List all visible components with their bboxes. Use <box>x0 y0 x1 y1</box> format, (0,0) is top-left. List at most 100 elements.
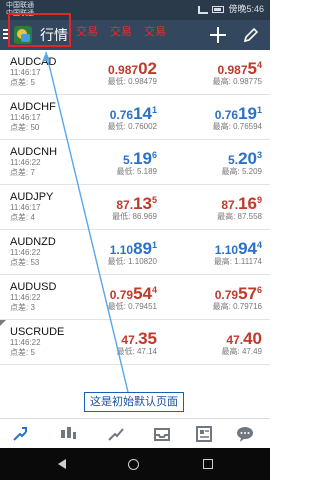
bid-point: 6 <box>151 150 157 160</box>
quote-row[interactable]: AUDJPY 11:46:17 点差: 4 87.135 87.169 最低: … <box>0 185 270 230</box>
low-price: 最低: 0.98479 <box>107 77 157 86</box>
symbol-name: AUDCAD <box>10 56 57 68</box>
battery-icon <box>212 6 225 13</box>
history-icon[interactable] <box>152 424 172 444</box>
high-price: 最高: 47.49 <box>221 347 262 356</box>
ask-pips: 19 <box>238 104 257 123</box>
high-price: 最高: 5.209 <box>221 167 262 176</box>
ask-main: 0.79 <box>214 288 239 302</box>
callout-label: 这是初始默认页面 <box>84 392 184 412</box>
quote-spread: 点差: 50 <box>10 123 40 132</box>
quote-row[interactable]: AUDCNH 11:46:22 点差: 7 5.196 5.203 最低: 5.… <box>0 140 270 185</box>
bid-main: 47. <box>121 333 139 347</box>
bid-main: 0.76 <box>109 108 134 122</box>
add-symbol-icon[interactable] <box>210 27 226 43</box>
low-price: 最低: 0.79451 <box>107 302 157 311</box>
high-price: 最高: 0.76594 <box>212 122 262 131</box>
ask-main: 5. <box>228 153 239 167</box>
ask-main: 0.76 <box>214 108 239 122</box>
ask-main: 1.10 <box>214 243 239 257</box>
bid-pips: 14 <box>133 104 152 123</box>
back-icon[interactable] <box>58 459 66 469</box>
symbol-name: USCRUDE <box>10 326 65 338</box>
overlay-mark: 交易 <box>76 26 98 38</box>
quote-time: 11:46:17 <box>10 68 41 77</box>
quote-time: 11:46:17 <box>10 203 41 212</box>
trade-icon[interactable] <box>106 424 126 444</box>
system-nav-bar <box>0 448 270 480</box>
clock: 傍晚5:46 <box>228 4 264 14</box>
news-icon[interactable] <box>194 424 214 444</box>
bid-pips: 13 <box>133 194 152 213</box>
bid-pips: 02 <box>138 59 157 78</box>
bid-point: 4 <box>151 285 157 295</box>
quote-spread: 点差: 53 <box>10 258 40 267</box>
home-icon[interactable] <box>128 459 139 470</box>
bid-main: 1.10 <box>109 243 134 257</box>
ask-point: 3 <box>256 150 262 160</box>
bid-point: 1 <box>151 105 157 115</box>
low-price: 最低: 1.10820 <box>107 257 157 266</box>
ask-pips: 16 <box>238 194 257 213</box>
ask-point: 9 <box>256 195 262 205</box>
bottom-nav <box>0 418 270 448</box>
quote-row[interactable]: AUDNZD 11:46:22 点差: 53 1.10891 1.10944 最… <box>0 230 270 275</box>
ask-pips: 57 <box>238 284 257 303</box>
quote-time: 11:46:22 <box>10 338 41 347</box>
quotes-icon[interactable] <box>10 424 30 444</box>
quote-spread: 点差: 7 <box>10 168 35 177</box>
high-price: 最高: 1.11174 <box>213 257 262 266</box>
quote-time: 11:46:22 <box>10 293 41 302</box>
ask-point: 6 <box>256 285 262 295</box>
carrier-name: 中国联通 <box>6 2 34 9</box>
bid-main: 87. <box>116 198 134 212</box>
status-indicators: 傍晚5:46 <box>198 4 264 15</box>
low-price: 最低: 5.189 <box>116 167 157 176</box>
bid-main: 5. <box>123 153 134 167</box>
highlight-box <box>8 13 71 47</box>
corner-marker-icon <box>0 320 6 326</box>
ask-pips: 40 <box>243 329 262 348</box>
ask-point: 4 <box>256 60 262 70</box>
quote-spread: 点差: 5 <box>10 348 35 357</box>
quote-time: 11:46:17 <box>10 113 41 122</box>
bid-point: 5 <box>151 195 157 205</box>
ask-pips: 5 <box>247 59 257 78</box>
ask-main: 0.987 <box>217 63 248 77</box>
quote-row[interactable]: USCRUDE 11:46:22 点差: 5 47.35 47.40 最低: 4… <box>0 320 270 365</box>
quote-spread: 点差: 3 <box>10 303 35 312</box>
symbol-name: AUDCHF <box>10 101 56 113</box>
quote-spread: 点差: 4 <box>10 213 35 222</box>
quote-time: 11:46:22 <box>10 248 41 257</box>
symbol-name: AUDNZD <box>10 236 56 248</box>
high-price: 最高: 0.79716 <box>212 302 262 311</box>
overlay-watermark: 交易 交易 交易 <box>76 23 166 39</box>
signal-icon <box>198 5 209 14</box>
symbol-name: AUDCNH <box>10 146 58 158</box>
bid-main: 0.79 <box>109 288 134 302</box>
bid-pips: 54 <box>133 284 152 303</box>
overlay-mark: 交易 <box>144 26 166 38</box>
quote-time: 11:46:22 <box>10 158 41 167</box>
quote-row[interactable]: AUDCHF 11:46:17 点差: 50 0.76141 0.76191 最… <box>0 95 270 140</box>
quote-row[interactable]: AUDCAD 11:46:17 点差: 5 0.98702 0.98754 最低… <box>0 50 270 95</box>
ask-main: 47. <box>226 333 244 347</box>
symbol-name: AUDJPY <box>10 191 54 203</box>
chart-icon[interactable] <box>58 424 78 444</box>
bid-pips: 89 <box>133 239 152 258</box>
chat-icon[interactable] <box>235 424 255 444</box>
edit-pencil-icon[interactable] <box>243 27 259 43</box>
low-price: 最低: 0.76002 <box>107 122 157 131</box>
bid-pips: 35 <box>138 329 157 348</box>
high-price: 最高: 87.558 <box>217 212 262 221</box>
ask-main: 87. <box>221 198 239 212</box>
ask-point: 1 <box>256 105 262 115</box>
recent-apps-icon[interactable] <box>203 459 213 469</box>
quote-spread: 点差: 5 <box>10 78 35 87</box>
quote-row[interactable]: AUDUSD 11:46:22 点差: 3 0.79544 0.79576 最低… <box>0 275 270 320</box>
low-price: 最低: 86.969 <box>112 212 157 221</box>
ask-pips: 94 <box>238 239 257 258</box>
bid-pips: 19 <box>133 149 152 168</box>
low-price: 最低: 47.14 <box>116 347 157 356</box>
symbol-name: AUDUSD <box>10 281 57 293</box>
